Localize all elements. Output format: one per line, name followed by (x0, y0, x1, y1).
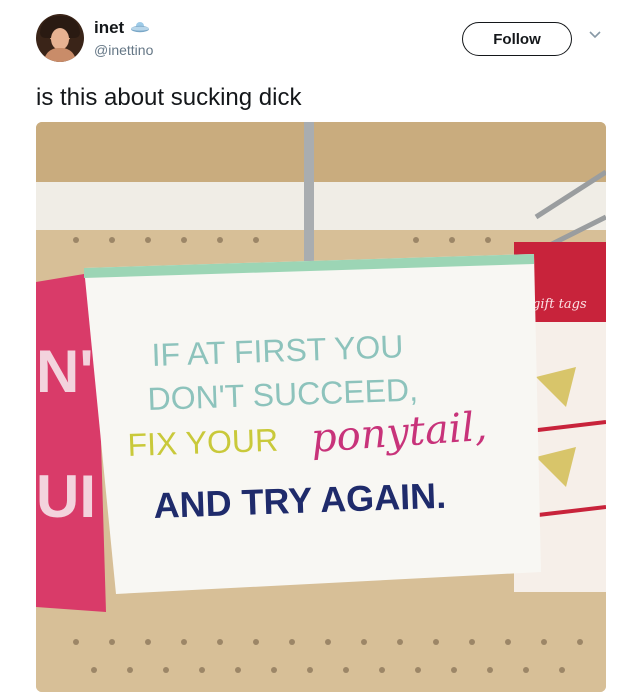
pink-sign-fragment-2: UI (36, 463, 96, 530)
avatar[interactable] (36, 14, 84, 62)
sign-line-3: FIX YOUR (127, 422, 279, 463)
author-name-row[interactable]: inet (94, 18, 150, 38)
pink-sign-fragment-1: N' (36, 338, 94, 405)
gift-tags-label: gift tags (532, 297, 587, 312)
ufo-icon (131, 22, 150, 33)
tweet-header: inet @inettino Follow (0, 0, 636, 78)
chevron-down-icon[interactable] (588, 30, 602, 40)
ceiling-wood (36, 122, 606, 182)
avatar-face (51, 28, 69, 50)
avatar-body (44, 48, 76, 62)
follow-button[interactable]: Follow (462, 22, 572, 56)
tweet-photo[interactable]: N' UI gift tags IF AT FIRST YOU DON'T SU… (36, 122, 606, 692)
photo-scene: N' UI gift tags IF AT FIRST YOU DON'T SU… (36, 122, 606, 692)
tweet-text: is this about sucking dick (36, 84, 302, 111)
display-name[interactable]: inet (94, 18, 124, 38)
display-hook (304, 122, 314, 267)
author-handle[interactable]: @inettino (94, 42, 153, 58)
shelf-rail (36, 182, 606, 230)
